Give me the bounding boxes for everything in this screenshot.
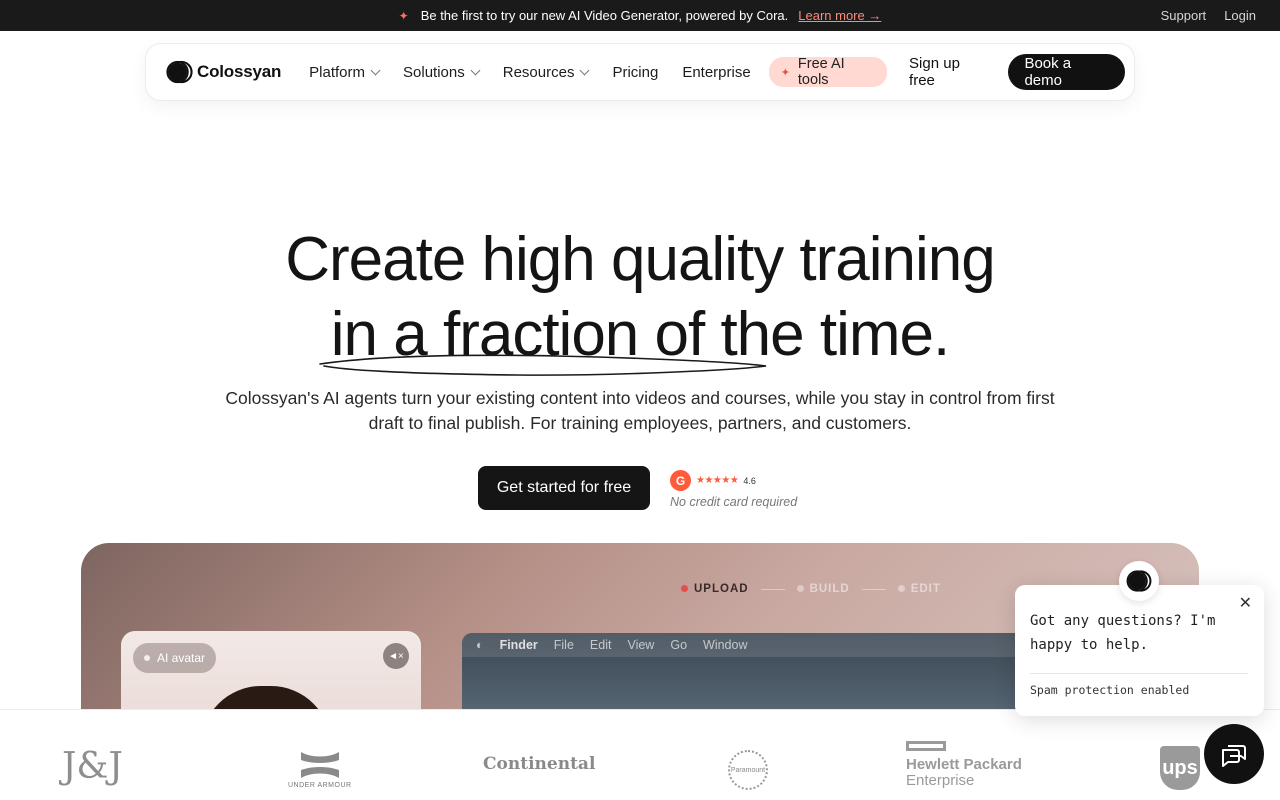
finder-menu-view: View	[627, 638, 655, 652]
colossyan-logo-icon	[166, 60, 193, 84]
hpe-logo: Hewlett Packard Enterprise	[906, 741, 1022, 789]
sign-up-link[interactable]: Sign up free	[909, 55, 986, 89]
chat-launcher-button[interactable]	[1204, 724, 1264, 784]
free-ai-tools-button[interactable]: ✦ Free AI tools	[768, 56, 888, 88]
hero-subtitle: Colossyan's AI agents turn your existing…	[225, 388, 1055, 433]
finder-menu-window: Window	[703, 638, 748, 652]
under-armour-logo: UNDER ARMOUR	[288, 750, 352, 789]
g2-logo-icon: G	[670, 470, 691, 491]
step-divider	[861, 588, 886, 590]
finder-menu-file: File	[553, 638, 574, 652]
ups-logo: ups	[1160, 746, 1200, 790]
step-upload: UPLOAD	[681, 583, 749, 595]
step-edit: EDIT	[897, 583, 941, 595]
login-link[interactable]: Login	[1224, 8, 1256, 23]
customer-logos-strip: J&J UNDER ARMOUR Continental Paramount H…	[0, 709, 1280, 800]
under-armour-mark-icon	[300, 752, 339, 778]
step-divider	[760, 588, 785, 590]
step-build-label: BUILD	[809, 583, 850, 595]
step-indicator-icon	[681, 585, 688, 592]
nav-solutions-label: Solutions	[403, 63, 465, 81]
chat-divider	[1030, 673, 1248, 674]
step-build: BUILD	[796, 583, 850, 595]
rating-row: G ★★★★★ 4.6	[670, 470, 797, 491]
step-edit-label: EDIT	[910, 583, 941, 595]
announcement-center: ✦ Be the first to try our new AI Video G…	[0, 0, 1280, 31]
nav-item-pricing[interactable]: Pricing	[612, 64, 658, 81]
jj-logo: J&J	[62, 746, 123, 787]
announcement-text: Be the first to try our new AI Video Gen…	[420, 8, 789, 23]
workflow-steps: UPLOAD BUILD EDIT	[681, 583, 941, 595]
sparkle-icon: ✦	[398, 8, 409, 23]
apple-icon: ◐	[476, 638, 484, 652]
main-navbar: Colossyan Platform Solutions Resources P…	[145, 43, 1135, 101]
get-started-button[interactable]: Get started for free	[478, 466, 650, 510]
step-upload-label: UPLOAD	[694, 583, 749, 595]
colossyan-logo-icon	[1126, 570, 1152, 592]
chevron-down-icon	[580, 65, 590, 75]
rating-block: G ★★★★★ 4.6 No credit card required	[670, 470, 797, 509]
paramount-logo: Paramount	[728, 750, 768, 790]
hpe-line2: Enterprise	[906, 772, 975, 789]
chat-agent-avatar	[1119, 561, 1159, 601]
spam-protection-note: Spam protection enabled	[1030, 683, 1190, 697]
chevron-down-icon	[370, 65, 381, 75]
brand-name: Colossyan	[197, 62, 282, 81]
chat-popup: ✕ Got any questions? I'm happy to help. …	[1015, 585, 1264, 716]
nav-item-enterprise[interactable]: Enterprise	[682, 64, 750, 81]
nav-platform-label: Platform	[309, 63, 366, 81]
step-indicator-icon	[897, 585, 905, 592]
nav-resources-label: Resources	[502, 63, 575, 81]
finder-menu-edit: Edit	[589, 638, 612, 652]
mute-icon[interactable]: ◄×	[383, 643, 409, 669]
free-tools-label: Free AI tools	[797, 56, 845, 88]
brand-logo[interactable]: Colossyan	[166, 60, 281, 84]
nav-item-resources[interactable]: Resources	[502, 63, 590, 81]
ai-avatar-card: AI avatar ◄×	[121, 631, 421, 713]
hero-title-line1: Create high quality training	[285, 225, 996, 294]
close-icon[interactable]: ✕	[1239, 593, 1252, 613]
finder-menu-finder: Finder	[499, 638, 538, 652]
ai-avatar-label: AI avatar	[157, 651, 206, 665]
sparkle-icon: ✦	[780, 66, 790, 79]
chevron-down-icon	[470, 65, 481, 75]
ai-avatar-badge: AI avatar	[133, 643, 217, 673]
status-dot-icon	[144, 655, 150, 661]
star-rating-icon: ★★★★★	[696, 475, 739, 486]
continental-logo: Continental	[483, 754, 596, 774]
no-credit-card-note: No credit card required	[670, 495, 798, 509]
nav-item-platform[interactable]: Platform	[309, 63, 381, 81]
hpe-line1: Hewlett Packard	[906, 756, 1022, 773]
under-armour-wordmark: UNDER ARMOUR	[288, 782, 352, 789]
utility-links: Support Login	[1161, 0, 1256, 31]
nav-item-solutions[interactable]: Solutions	[403, 63, 481, 81]
chat-bubble-icon	[1222, 745, 1246, 767]
learn-more-link[interactable]: Learn more →	[798, 8, 881, 23]
title-underline-decoration	[319, 354, 767, 376]
nav-menu: Platform Solutions Resources Pricing Ent…	[309, 64, 751, 81]
step-indicator-icon	[796, 585, 804, 592]
chat-message: Got any questions? I'm happy to help.	[1030, 613, 1216, 653]
book-demo-button[interactable]: Book a demo	[1008, 54, 1125, 90]
announcement-bar: ✦ Be the first to try our new AI Video G…	[0, 0, 1280, 31]
rating-score: 4.6	[743, 475, 756, 486]
finder-menu-go: Go	[670, 638, 688, 652]
hpe-mark-icon	[906, 741, 946, 751]
support-link[interactable]: Support	[1161, 8, 1207, 23]
